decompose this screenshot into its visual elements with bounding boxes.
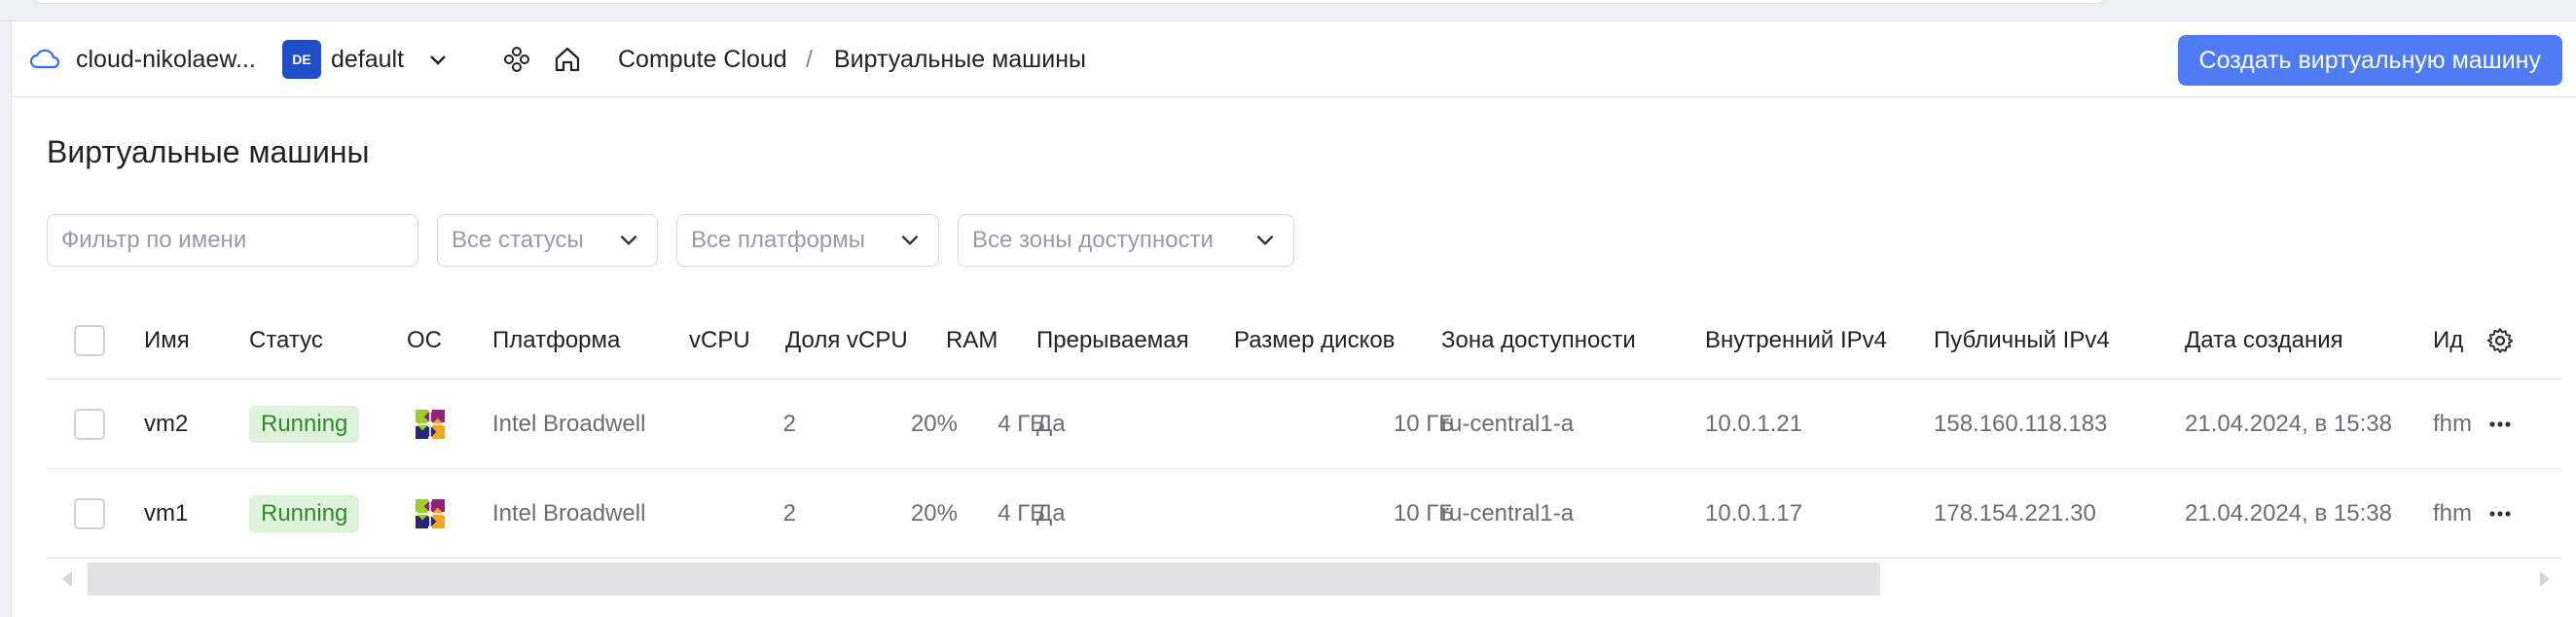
breadcrumb-current: Виртуальные машины: [834, 45, 1086, 73]
select-all-checkbox[interactable]: [74, 302, 105, 379]
centos-icon: [407, 469, 454, 558]
platform-filter-select[interactable]: Все платформы: [676, 214, 939, 267]
services-icon[interactable]: [502, 21, 531, 97]
cloud-name[interactable]: cloud-nikolaew...: [76, 21, 256, 97]
table-row[interactable]: vm1 Running Intel Broadwell 2 20% 4 ГБ Д…: [47, 469, 2561, 559]
more-actions-icon[interactable]: [2485, 469, 2515, 558]
platform-cell: Intel Broadwell: [492, 410, 646, 437]
chevron-down-icon: [616, 227, 641, 259]
name-filter-input[interactable]: Фильтр по имени: [47, 214, 418, 267]
column-header-vcpu[interactable]: vCPU: [689, 302, 798, 379]
scrollbar-thumb[interactable]: [88, 563, 1880, 596]
column-header-id[interactable]: Ид: [2433, 302, 2472, 379]
status-filter-value: Все статусы: [452, 227, 584, 253]
platform-cell: Intel Broadwell: [492, 499, 646, 526]
zone-filter-select[interactable]: Все зоны доступности: [958, 214, 1294, 267]
breadcrumb-separator: /: [806, 45, 813, 73]
public-ip-cell: 158.160.118.183: [1934, 410, 2108, 437]
vcpu-cell: 2: [782, 499, 796, 526]
column-header-internal-ip[interactable]: Внутренний IPv4: [1705, 302, 1887, 379]
created-cell: 21.04.2024, в 15:38: [2185, 499, 2392, 526]
column-header-created[interactable]: Дата создания: [2185, 302, 2343, 379]
created-cell: 21.04.2024, в 15:38: [2185, 410, 2392, 437]
row-checkbox[interactable]: [74, 469, 105, 558]
name-filter-placeholder: Фильтр по имени: [61, 227, 247, 253]
zone-filter-value: Все зоны доступности: [972, 227, 1214, 253]
column-header-public-ip[interactable]: Публичный IPv4: [1934, 302, 2110, 379]
breadcrumb-compute-cloud[interactable]: Compute Cloud: [618, 21, 787, 97]
id-cell: fhm: [2433, 499, 2472, 526]
home-icon[interactable]: [553, 21, 582, 97]
vcpu-cell: 2: [782, 410, 796, 437]
preemptible-cell: Да: [1036, 499, 1066, 526]
column-header-zone[interactable]: Зона доступности: [1441, 302, 1636, 379]
vm-name[interactable]: vm2: [144, 380, 188, 468]
disk-cell: 10 ГБ: [1393, 499, 1454, 526]
vm-name[interactable]: vm1: [144, 469, 188, 558]
internal-ip-cell: 10.0.1.21: [1705, 410, 1803, 437]
platform-filter-value: Все платформы: [691, 227, 866, 253]
column-header-status[interactable]: Статус: [249, 302, 323, 379]
cloud-icon[interactable]: [29, 21, 60, 97]
scroll-right-arrow-icon[interactable]: [2536, 567, 2554, 596]
left-nav-bar: [0, 21, 12, 617]
table-row[interactable]: vm2 Running Intel Broadwell 2 20% 4 ГБ Д…: [47, 380, 2561, 469]
page-title: Виртуальные машины: [47, 134, 370, 169]
chevron-down-icon: [1252, 227, 1278, 259]
status-cell: Running: [249, 469, 360, 558]
disk-cell: 10 ГБ: [1393, 410, 1454, 437]
status-filter-select[interactable]: Все статусы: [437, 214, 658, 267]
scroll-left-arrow-icon[interactable]: [58, 567, 76, 596]
column-header-platform[interactable]: Платформа: [492, 302, 620, 379]
status-badge: Running: [249, 405, 360, 443]
horizontal-scrollbar[interactable]: [47, 560, 2561, 599]
ram-cell: 4 ГБ: [998, 410, 1045, 437]
centos-icon: [407, 380, 454, 468]
chevron-down-icon: [897, 227, 923, 259]
folder-name[interactable]: default: [331, 21, 404, 97]
vcpu-fraction-cell: 20%: [910, 410, 958, 437]
row-checkbox[interactable]: [74, 380, 105, 468]
public-ip-cell: 178.154.221.30: [1934, 499, 2096, 526]
top-search-pill: [33, 0, 2106, 4]
column-header-os[interactable]: ОС: [407, 302, 442, 379]
vcpu-fraction-cell: 20%: [910, 499, 958, 526]
top-header: cloud-nikolaew... DE default Compute Clo…: [12, 21, 2576, 97]
preemptible-cell: Да: [1036, 410, 1066, 437]
column-header-vcpu-fraction[interactable]: Доля vCPU: [785, 302, 908, 379]
more-actions-icon[interactable]: [2485, 380, 2515, 468]
table-header: Имя Статус ОС Платформа vCPU Доля vCPU R…: [47, 302, 2561, 380]
folder-badge: DE: [282, 40, 321, 79]
status-badge: Running: [249, 494, 360, 532]
chevron-down-icon[interactable]: [426, 21, 450, 97]
status-cell: Running: [249, 380, 360, 468]
column-header-name[interactable]: Имя: [144, 302, 190, 379]
browser-top-strip: [0, 0, 2576, 21]
zone-cell: ru-central1-a: [1441, 410, 1575, 437]
internal-ip-cell: 10.0.1.17: [1705, 499, 1803, 526]
column-header-disk-size[interactable]: Размер дисков: [1234, 302, 1395, 379]
zone-cell: ru-central1-a: [1441, 499, 1575, 526]
create-vm-button[interactable]: Создать виртуальную машину: [2177, 35, 2562, 86]
column-header-preemptible[interactable]: Прерываемая: [1036, 302, 1189, 379]
column-header-ram[interactable]: RAM: [946, 302, 998, 379]
gear-icon[interactable]: [2485, 302, 2515, 379]
id-cell: fhm: [2433, 410, 2472, 437]
ram-cell: 4 ГБ: [998, 499, 1045, 526]
